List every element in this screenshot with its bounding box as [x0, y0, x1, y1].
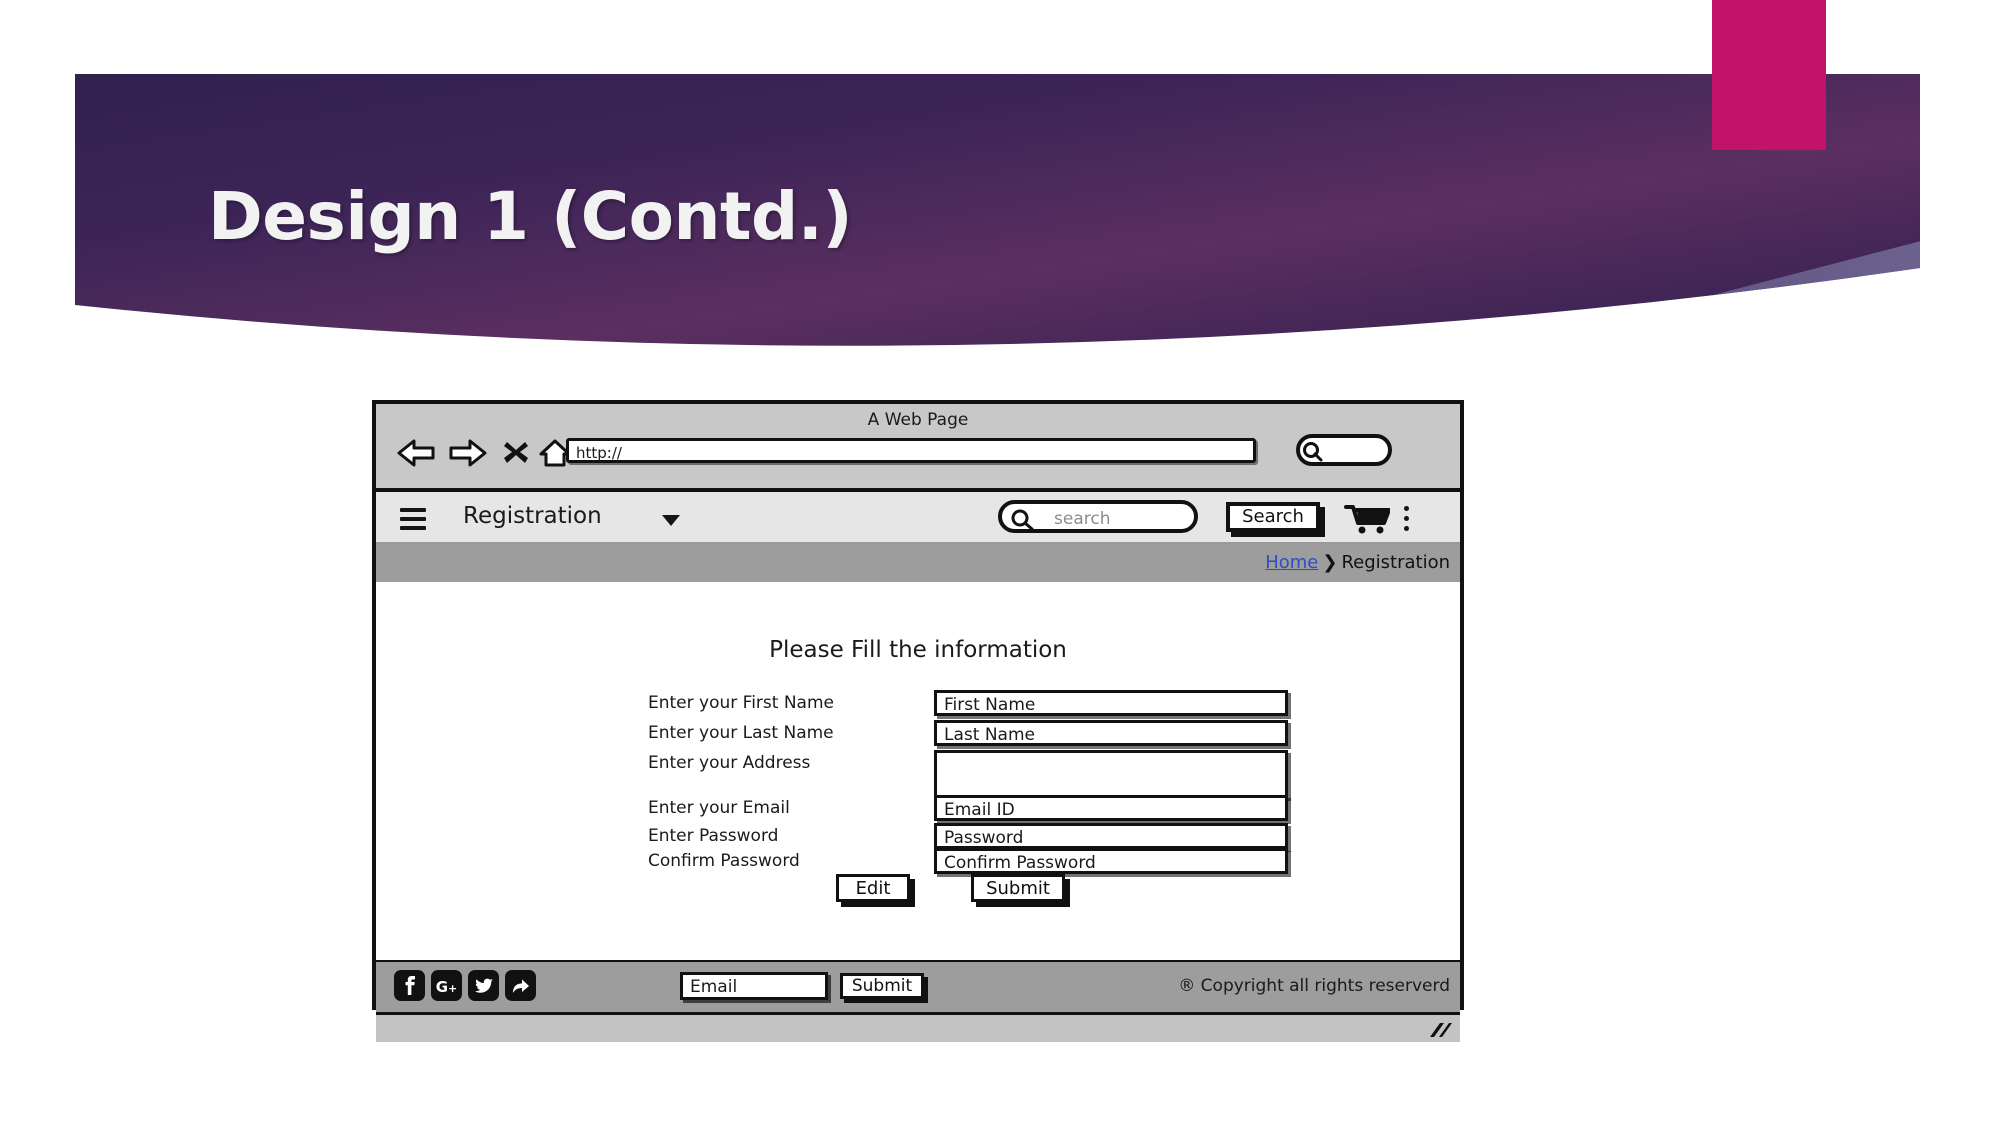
- breadcrumb-separator-icon: ❯: [1322, 552, 1338, 573]
- confirm-password-value: Confirm Password: [944, 853, 1096, 873]
- site-footer: G+ Email Submit ® Copyright all rights r…: [376, 960, 1460, 1012]
- edit-button[interactable]: Edit: [836, 874, 910, 902]
- facebook-icon[interactable]: [394, 970, 425, 1001]
- site-nav-bar: Registration search Search: [376, 492, 1460, 544]
- form-row: Enter your Last Name Last Name: [376, 720, 1460, 750]
- forward-arrow-icon[interactable]: [448, 438, 488, 472]
- registration-form: Please Fill the information Enter your F…: [376, 582, 1460, 960]
- nav-title[interactable]: Registration: [463, 503, 602, 529]
- browser-status-bar: [376, 1012, 1460, 1042]
- confirm-password-label: Confirm Password: [648, 851, 800, 871]
- social-icon-group: G+: [394, 970, 536, 1001]
- share-icon[interactable]: [505, 970, 536, 1001]
- password-label: Enter Password: [648, 826, 779, 846]
- search-input[interactable]: search: [998, 500, 1198, 533]
- last-name-value: Last Name: [944, 725, 1035, 745]
- submit-button[interactable]: Submit: [971, 874, 1065, 902]
- last-name-input[interactable]: Last Name: [934, 720, 1288, 746]
- breadcrumb: Home ❯ Registration: [1265, 552, 1450, 573]
- last-name-label: Enter your Last Name: [648, 723, 834, 743]
- chrome-search-box[interactable]: [1296, 434, 1392, 466]
- password-value: Password: [944, 828, 1024, 848]
- address-input[interactable]: [934, 750, 1288, 798]
- chevron-down-icon[interactable]: [662, 515, 680, 526]
- browser-window-title: A Web Page: [867, 410, 969, 430]
- browser-chrome-bar: A Web Page http://: [376, 404, 1460, 492]
- email-value: Email ID: [944, 800, 1015, 820]
- newsletter-submit-button[interactable]: Submit: [840, 973, 924, 999]
- browser-wireframe: A Web Page http:// Registration search S…: [372, 400, 1464, 1042]
- form-row: Enter your Email Email ID: [376, 795, 1460, 825]
- shopping-cart-icon[interactable]: [1344, 503, 1391, 539]
- accent-bar: [1712, 0, 1826, 150]
- more-vertical-icon[interactable]: [1404, 506, 1409, 536]
- google-plus-icon[interactable]: G+: [431, 970, 462, 1001]
- first-name-input[interactable]: First Name: [934, 690, 1288, 716]
- form-row: Enter your First Name First Name: [376, 690, 1460, 720]
- hamburger-menu-icon[interactable]: [400, 508, 426, 535]
- twitter-icon[interactable]: [468, 970, 499, 1001]
- email-label: Enter your Email: [648, 798, 790, 818]
- email-input[interactable]: Email ID: [934, 795, 1288, 821]
- search-button[interactable]: Search: [1226, 502, 1320, 532]
- first-name-value: First Name: [944, 695, 1036, 715]
- breadcrumb-bar: Home ❯ Registration: [376, 544, 1460, 582]
- url-input[interactable]: http://: [566, 438, 1256, 463]
- password-input[interactable]: Password: [934, 823, 1288, 849]
- form-row: Enter your Address: [376, 750, 1460, 798]
- resize-grip-icon[interactable]: [1426, 1021, 1452, 1043]
- first-name-label: Enter your First Name: [648, 693, 834, 713]
- form-row: Confirm Password Confirm Password: [376, 848, 1460, 878]
- url-text: http://: [576, 444, 622, 462]
- address-label: Enter your Address: [648, 753, 811, 773]
- breadcrumb-link-home[interactable]: Home: [1265, 552, 1318, 573]
- close-x-icon[interactable]: [502, 438, 530, 470]
- page-title: Design 1 (Contd.): [208, 178, 853, 255]
- form-heading: Please Fill the information: [769, 637, 1067, 663]
- search-placeholder: search: [1054, 509, 1111, 529]
- search-icon: [1011, 509, 1034, 531]
- copyright-text: ® Copyright all rights reserverd: [1178, 976, 1450, 996]
- newsletter-email-input[interactable]: Email: [680, 972, 828, 1000]
- confirm-password-input[interactable]: Confirm Password: [934, 848, 1288, 874]
- newsletter-email-value: Email: [690, 977, 738, 997]
- search-icon: [1303, 442, 1323, 462]
- breadcrumb-current: Registration: [1341, 552, 1450, 573]
- back-arrow-icon[interactable]: [396, 438, 436, 472]
